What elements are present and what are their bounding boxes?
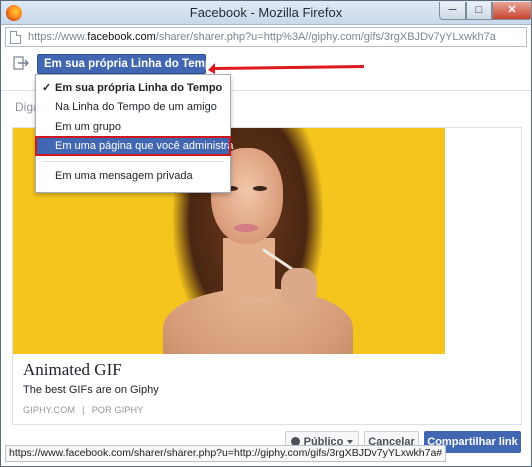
url-prefix: https://www. [28,31,88,43]
preview-description: The best GIFs are on Giphy [23,384,159,396]
page-icon [10,31,21,44]
share-target-label: Em sua própria Linha do Tempo [44,58,219,70]
caret-down-icon [347,440,354,445]
menu-item-managed-page[interactable]: Em uma página que você administra [35,136,234,156]
browser-window: Facebook - Mozilla Firefox ─ □ ✕ https:/… [0,0,532,467]
preview-source: GIPHY.COM | POR GIPHY [23,405,144,415]
menu-item-own-timeline[interactable]: ✓ Em sua própria Linha do Tempo [36,79,230,97]
preview-title: Animated GIF [23,360,122,379]
status-bar: https://www.facebook.com/sharer/sharer.p… [5,445,447,462]
image-neck [223,238,275,298]
minimize-button[interactable]: ─ [439,2,466,20]
menu-item-label: Em sua própria Linha do Tempo [55,82,223,94]
preview-domain: GIPHY.COM [23,405,76,415]
preview-author: POR GIPHY [91,405,144,415]
menu-item-label: Em uma mensagem privada [55,170,193,182]
menu-separator [42,161,224,162]
image-hand [281,268,317,308]
menu-item-private-message[interactable]: Em uma mensagem privada [36,167,230,185]
url-domain: facebook.com [87,31,156,43]
menu-item-label: Na Linha do Tempo de um amigo [55,101,217,113]
menu-item-label: Em um grupo [55,121,122,133]
url-bar[interactable]: https://www.facebook.com/sharer/sharer.p… [5,27,527,47]
share-arrow-icon [13,56,29,70]
image-eye-right [253,186,267,191]
close-button[interactable]: ✕ [492,2,532,20]
url-text: https://www.facebook.com/sharer/sharer.p… [28,31,496,43]
menu-item-group[interactable]: Em um grupo [36,118,230,136]
title-bar: Facebook - Mozilla Firefox ─ □ ✕ [1,1,532,25]
checkmark-icon: ✓ [42,82,52,94]
red-annotation-arrow [208,63,364,74]
menu-item-friend-timeline[interactable]: Na Linha do Tempo de um amigo [36,98,230,116]
preview-image-blank [445,128,521,354]
share-target-menu: ✓ Em sua própria Linha do Tempo Na Linha… [35,74,234,193]
menu-item-label: Em uma página que você administra [55,140,234,152]
url-path: /sharer/sharer.php?u=http%3A//giphy.com/… [155,31,496,43]
maximize-button[interactable]: □ [466,2,492,20]
image-lips [234,224,258,232]
preview-separator: | [82,405,85,415]
share-target-dropdown[interactable]: Em sua própria Linha do Tempo [37,54,232,74]
